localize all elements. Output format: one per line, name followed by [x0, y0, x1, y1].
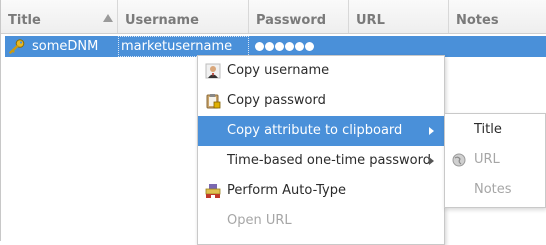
context-menu: Copy username Copy password Copy attribu… [197, 55, 445, 245]
submenu-arrow-icon [429, 127, 434, 135]
submenu-arrow-icon [429, 157, 434, 165]
password-dot [295, 42, 304, 51]
password-mask [255, 39, 315, 54]
clipboard-lock-icon [206, 94, 221, 109]
auto-type-icon [205, 184, 221, 198]
menu-item-copy-password[interactable]: Copy password [198, 86, 444, 116]
menu-item-copy-username[interactable]: Copy username [198, 56, 444, 86]
table-header: Title Username Password URL Notes [1, 0, 546, 34]
submenu-item-url[interactable]: URL [445, 145, 545, 175]
row-password-cell[interactable] [255, 36, 355, 57]
copy-attribute-submenu: Title URL Notes [444, 113, 546, 208]
user-icon [205, 63, 221, 79]
key-icon [9, 39, 25, 54]
password-dot [305, 42, 314, 51]
row-username-cell[interactable]: marketusername [118, 36, 249, 57]
submenu-item-title[interactable]: Title [445, 115, 545, 145]
password-dot [275, 42, 284, 51]
password-dot [285, 42, 294, 51]
menu-item-open-url[interactable]: Open URL [198, 206, 444, 236]
globe-icon [452, 153, 466, 167]
menu-item-auto-type[interactable]: Perform Auto-Type [198, 176, 444, 206]
password-dot [265, 42, 274, 51]
row-title-cell[interactable]: someDNM [5, 36, 117, 57]
column-header-password[interactable]: Password [249, 0, 349, 33]
column-header-title[interactable]: Title [1, 0, 118, 33]
submenu-item-notes[interactable]: Notes [445, 175, 545, 205]
column-header-username[interactable]: Username [118, 0, 249, 33]
menu-item-copy-attribute[interactable]: Copy attribute to clipboard [198, 116, 444, 146]
sort-ascending-icon [103, 14, 113, 22]
column-header-notes[interactable]: Notes [449, 0, 546, 33]
column-header-url[interactable]: URL [349, 0, 449, 33]
password-dot [255, 42, 264, 51]
menu-item-totp[interactable]: Time-based one-time password [198, 146, 444, 176]
table-row[interactable]: someDNM marketusername [5, 36, 546, 57]
